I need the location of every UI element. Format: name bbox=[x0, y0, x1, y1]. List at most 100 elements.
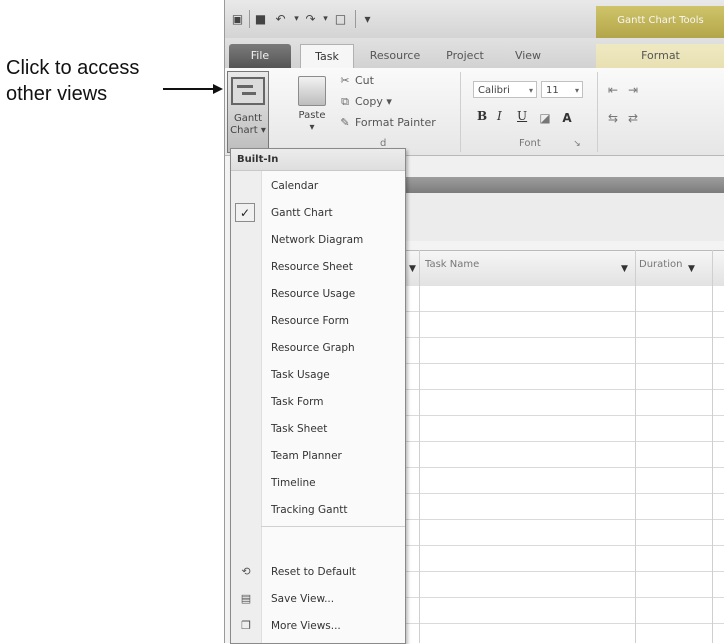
menu-item-reset-to-default[interactable]: ⟲ Reset to Default bbox=[231, 559, 405, 585]
menu-item-save-view[interactable]: ▤ Save View... bbox=[231, 586, 405, 612]
column-menu-arrow[interactable]: ▼ bbox=[688, 264, 695, 274]
tab-format[interactable]: Format bbox=[596, 44, 724, 68]
column-header-task-name[interactable]: Task Name bbox=[425, 259, 479, 270]
menu-item-label: Resource Usage bbox=[271, 288, 356, 300]
menu-item-label: Resource Graph bbox=[271, 342, 355, 354]
menu-item-resource-graph[interactable]: Resource Graph bbox=[231, 335, 405, 361]
annotation-line-1: Click to access bbox=[6, 57, 140, 79]
menu-item-network-diagram[interactable]: Network Diagram bbox=[231, 227, 405, 253]
menu-item-timeline[interactable]: Timeline bbox=[231, 470, 405, 496]
task-sheet-grid[interactable] bbox=[395, 286, 724, 643]
column-menu-arrow[interactable]: ▼ bbox=[621, 264, 628, 274]
ribbon: Gantt Chart ▾ Paste ▾ ✂ Cut ⧉ Copy ▾ ✎ Form… bbox=[225, 68, 724, 156]
menu-item-more-views[interactable]: ❐ More Views... bbox=[231, 613, 405, 639]
menu-item-resource-sheet[interactable]: Resource Sheet bbox=[231, 254, 405, 280]
font-name-box[interactable]: Calibri ▾ bbox=[473, 81, 537, 98]
chevron-down-icon: ▾ bbox=[574, 86, 579, 95]
contextual-tab-header: Gantt Chart Tools bbox=[596, 6, 724, 38]
italic-button[interactable]: I bbox=[497, 109, 502, 123]
cut-button[interactable]: ✂ Cut bbox=[338, 73, 374, 89]
menu-item-label: Team Planner bbox=[271, 450, 342, 462]
menu-item-gantt-chart[interactable]: ✓ Gantt Chart bbox=[231, 200, 405, 226]
more-views-icon: ❐ bbox=[241, 619, 251, 632]
font-color-icon[interactable]: A bbox=[559, 110, 575, 126]
dialog-launcher-icon[interactable]: ↘ bbox=[569, 136, 585, 152]
qat-separator bbox=[355, 10, 356, 28]
menu-item-label: Reset to Default bbox=[271, 566, 356, 578]
menu-item-resource-usage[interactable]: Resource Usage bbox=[231, 281, 405, 307]
timeline-area bbox=[395, 193, 724, 241]
save-icon[interactable]: ■ bbox=[253, 12, 268, 26]
qat-separator bbox=[249, 10, 250, 28]
quick-access-toolbar: ▣ ■ ↶ ▾ ↷ ▾ □ ▾ Gantt Chart Tools bbox=[225, 0, 724, 39]
gantt-chart-icon bbox=[231, 77, 265, 105]
menu-item-label: Timeline bbox=[271, 477, 316, 489]
menu-item-calendar[interactable]: Calendar bbox=[231, 173, 405, 199]
annotation-callout: Click to access other views bbox=[6, 55, 139, 107]
bold-button[interactable]: B bbox=[477, 109, 487, 123]
menu-item-task-form[interactable]: Task Form bbox=[231, 389, 405, 415]
font-size-value: 11 bbox=[546, 85, 559, 96]
menu-item-resource-form[interactable]: Resource Form bbox=[231, 308, 405, 334]
outdent-icon[interactable]: ⇤ bbox=[605, 82, 621, 98]
column-header-duration[interactable]: Duration bbox=[639, 259, 682, 270]
copy-label: Copy ▾ bbox=[355, 95, 392, 108]
timeline-bar bbox=[395, 177, 724, 193]
chevron-down-icon: ▾ bbox=[528, 86, 533, 95]
undo-dropdown-icon[interactable]: ▾ bbox=[289, 12, 304, 26]
view-label-strip bbox=[395, 156, 724, 178]
font-group-label: Font bbox=[519, 138, 541, 149]
menu-item-tracking-gantt[interactable]: Tracking Gantt bbox=[231, 497, 405, 523]
format-painter-button[interactable]: ✎ Format Painter bbox=[338, 115, 435, 131]
copy-button[interactable]: ⧉ Copy ▾ bbox=[338, 94, 392, 110]
column-divider bbox=[635, 250, 636, 643]
clipboard-icon bbox=[298, 76, 326, 106]
customize-qat-icon[interactable]: ▾ bbox=[360, 12, 375, 26]
menu-item-task-usage[interactable]: Task Usage bbox=[231, 362, 405, 388]
paste-dropdown-icon: ▾ bbox=[309, 122, 315, 133]
new-document-icon[interactable]: □ bbox=[333, 12, 348, 26]
reset-icon: ⟲ bbox=[241, 565, 251, 578]
column-menu-arrow[interactable]: ▼ bbox=[409, 264, 416, 274]
indent-icon[interactable]: ⇥ bbox=[625, 82, 641, 98]
menu-item-label: Gantt Chart bbox=[271, 207, 333, 219]
menu-item-team-planner[interactable]: Team Planner bbox=[231, 443, 405, 469]
menu-item-label: Task Form bbox=[271, 396, 324, 408]
paste-label: Paste bbox=[298, 110, 326, 121]
tab-project[interactable]: Project bbox=[437, 44, 493, 68]
background-color-icon[interactable]: ◪ bbox=[537, 110, 553, 126]
unlink-tasks-icon[interactable]: ⇄ bbox=[625, 110, 641, 126]
link-tasks-icon[interactable]: ⇆ bbox=[605, 110, 621, 126]
sheet-header-row: ▼ Task Name ▼ Duration ▼ bbox=[395, 250, 724, 287]
annotation-line-2: other views bbox=[6, 83, 108, 105]
save-view-icon: ▤ bbox=[240, 592, 252, 605]
tab-resource[interactable]: Resource bbox=[361, 44, 429, 68]
menu-item-label: Task Sheet bbox=[271, 423, 328, 435]
copy-icon: ⧉ bbox=[341, 95, 349, 108]
tab-task[interactable]: Task bbox=[300, 44, 354, 69]
font-size-box[interactable]: 11 ▾ bbox=[541, 81, 583, 98]
menu-item-label: Calendar bbox=[271, 180, 319, 192]
tab-file[interactable]: File bbox=[229, 44, 291, 68]
annotation-arrow-head bbox=[213, 84, 223, 94]
paste-button[interactable]: Paste ▾ bbox=[291, 70, 333, 133]
gantt-chart-label-2: Chart ▾ bbox=[230, 125, 266, 136]
column-divider bbox=[712, 250, 713, 643]
underline-button[interactable]: U bbox=[517, 109, 527, 123]
menu-separator bbox=[261, 526, 405, 527]
redo-icon[interactable]: ↷ bbox=[303, 12, 318, 26]
redo-dropdown-icon[interactable]: ▾ bbox=[318, 12, 333, 26]
group-separator bbox=[597, 72, 598, 152]
scissors-icon: ✂ bbox=[340, 74, 350, 87]
gantt-chart-label-1: Gantt bbox=[233, 113, 263, 124]
menu-item-task-sheet[interactable]: Task Sheet bbox=[231, 416, 405, 442]
undo-icon[interactable]: ↶ bbox=[273, 12, 288, 26]
paintbrush-icon: ✎ bbox=[340, 116, 350, 129]
menu-item-label: Task Usage bbox=[271, 369, 330, 381]
gantt-chart-button[interactable]: Gantt Chart ▾ bbox=[227, 71, 269, 153]
tab-view[interactable]: View bbox=[503, 44, 553, 68]
menu-item-label: Tracking Gantt bbox=[271, 504, 348, 516]
app-icon[interactable]: ▣ bbox=[230, 12, 245, 26]
group-separator bbox=[460, 72, 461, 152]
menu-section-header: Built-In bbox=[231, 149, 405, 171]
